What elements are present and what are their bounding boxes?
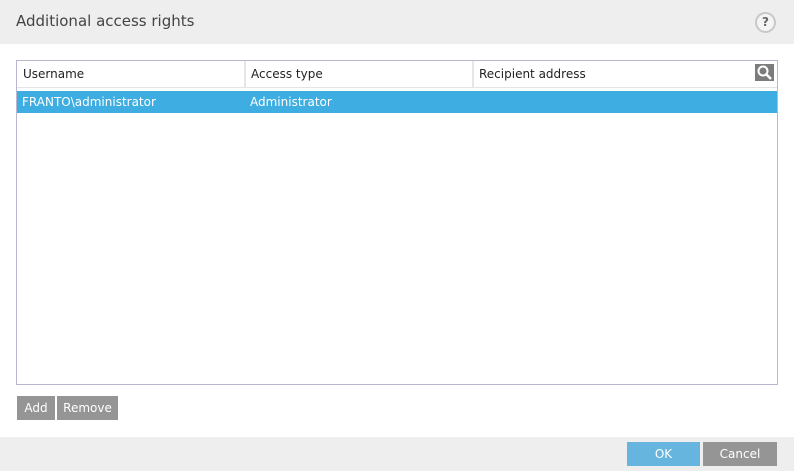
access-rights-table: Username Access type Recipient address F… <box>16 60 778 385</box>
dialog-header: Additional access rights ? <box>0 0 794 44</box>
add-button[interactable]: Add <box>17 396 55 420</box>
table-row[interactable]: FRANTO\administrator Administrator <box>17 91 777 113</box>
cell-username: FRANTO\administrator <box>22 95 156 109</box>
column-header-recipient-address[interactable]: Recipient address <box>473 61 586 88</box>
table-header: Username Access type Recipient address <box>17 61 777 88</box>
search-icon[interactable] <box>755 64 774 81</box>
column-header-username[interactable]: Username <box>17 61 84 88</box>
cancel-button[interactable]: Cancel <box>703 442 777 466</box>
cell-access-type: Administrator <box>250 95 332 109</box>
dialog-title: Additional access rights <box>16 12 195 30</box>
column-header-access-type[interactable]: Access type <box>245 61 323 88</box>
remove-button[interactable]: Remove <box>57 396 118 420</box>
ok-button[interactable]: OK <box>627 442 700 466</box>
help-icon[interactable]: ? <box>755 12 776 33</box>
dialog-footer: OK Cancel <box>0 437 794 471</box>
